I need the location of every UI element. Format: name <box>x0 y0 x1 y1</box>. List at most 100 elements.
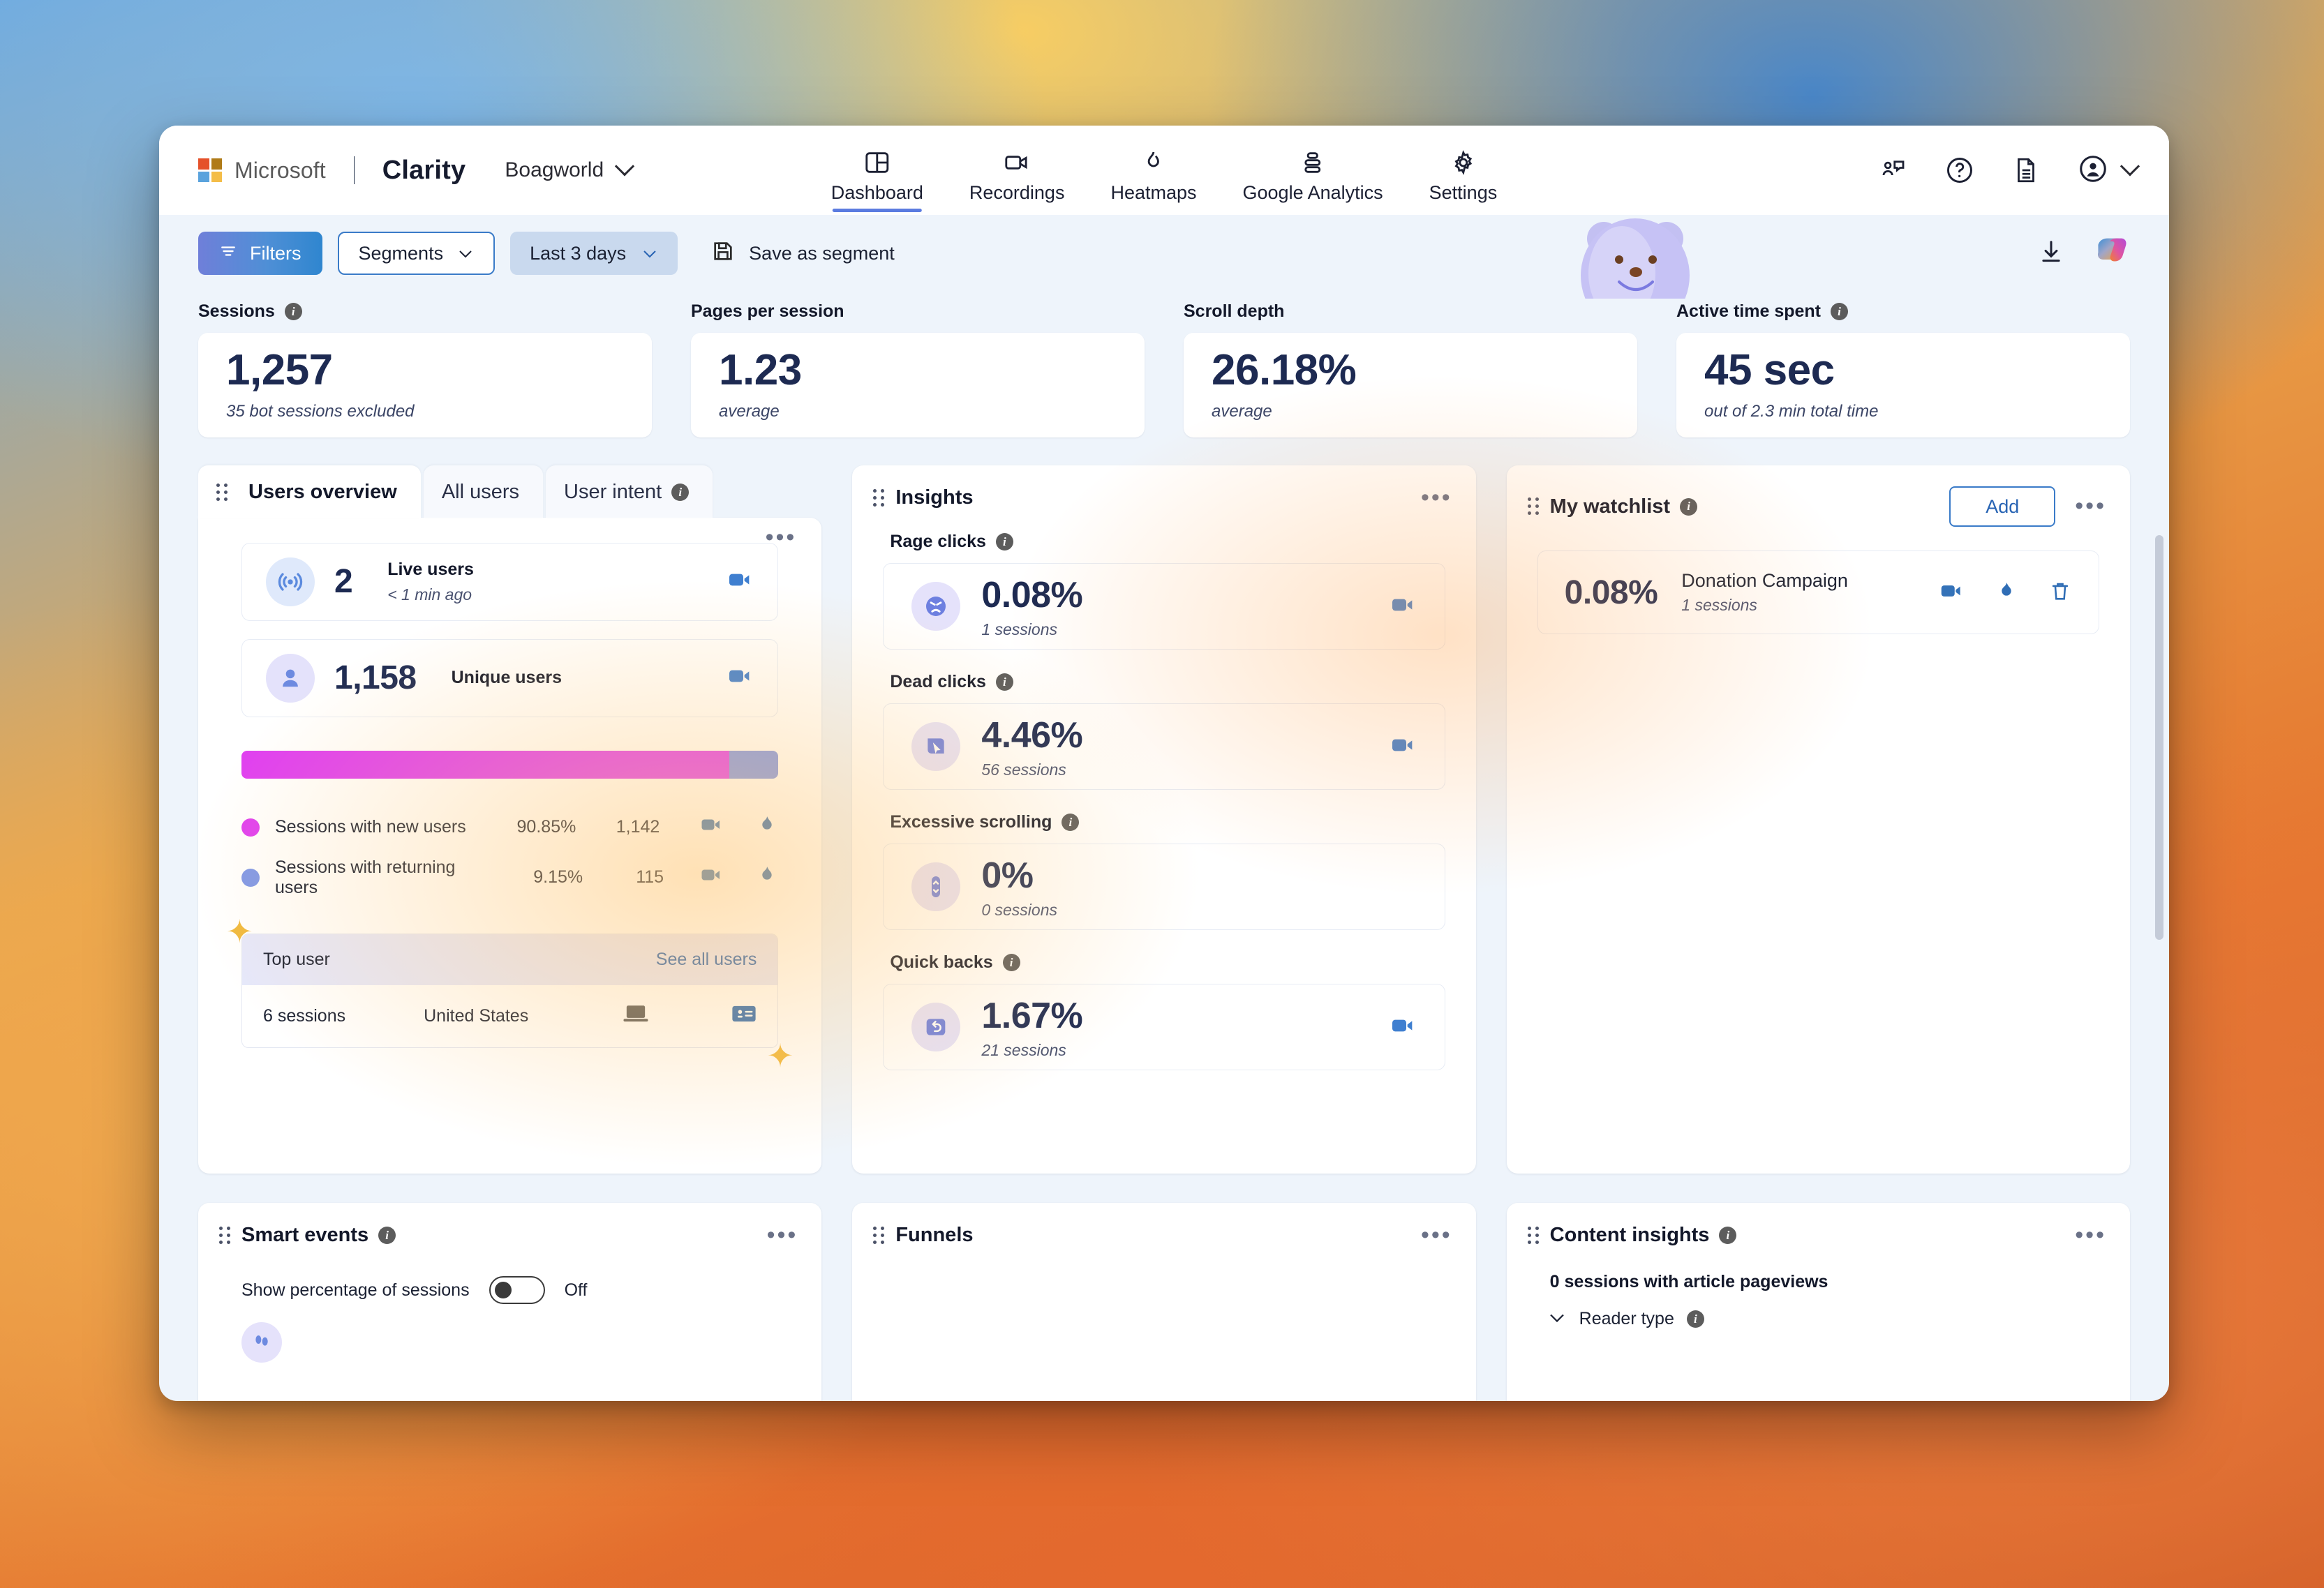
people-chat-icon[interactable] <box>1879 156 1908 185</box>
see-all-users-link[interactable]: See all users <box>656 950 757 970</box>
smart-events-title: Smart events i <box>241 1224 396 1247</box>
info-icon[interactable]: i <box>284 303 302 320</box>
tab-users-overview-label: Users overview <box>248 481 397 503</box>
help-circle-icon[interactable] <box>1944 155 1975 186</box>
kpi-active-time-label-row: Active time spent i <box>1676 301 2130 322</box>
flame-icon[interactable] <box>1995 578 2018 607</box>
drag-handle-icon[interactable] <box>1527 497 1539 516</box>
drag-handle-icon[interactable] <box>219 1226 230 1245</box>
filters-button[interactable]: Filters <box>198 232 322 275</box>
flame-icon[interactable] <box>756 813 778 841</box>
video-camera-icon[interactable] <box>1389 731 1417 763</box>
save-as-segment-button[interactable]: Save as segment <box>711 239 895 268</box>
insight-excessive-scrolling-value: 0% <box>981 855 1034 896</box>
info-icon[interactable]: i <box>671 484 690 501</box>
tab-recordings-label: Recordings <box>969 182 1065 203</box>
segments-label: Segments <box>358 242 444 264</box>
segments-dropdown[interactable]: Segments <box>337 232 496 275</box>
download-icon[interactable] <box>2038 239 2064 269</box>
copilot-icon[interactable] <box>2092 233 2130 274</box>
drag-handle-icon[interactable] <box>873 1226 885 1245</box>
video-camera-icon[interactable] <box>699 862 724 892</box>
kpi-scroll-depth: Scroll depth 26.18% average <box>1184 301 1637 437</box>
info-icon[interactable]: i <box>995 673 1013 691</box>
save-as-segment-label: Save as segment <box>749 242 895 264</box>
watchlist-title: My watchlist i <box>1549 495 1698 518</box>
smart-events-title-label: Smart events <box>241 1224 369 1246</box>
watchlist-item-sub: 1 sessions <box>1681 596 1757 614</box>
info-icon[interactable]: i <box>1831 303 1849 320</box>
overflow-menu-icon[interactable]: ••• <box>2075 495 2106 518</box>
legend-pct-returning: 9.15% <box>533 867 583 887</box>
tab-heatmaps-label: Heatmaps <box>1110 182 1197 203</box>
tab-dashboard[interactable]: Dashboard <box>831 149 923 215</box>
tab-recordings[interactable]: Recordings <box>969 149 1065 215</box>
overflow-menu-icon[interactable]: ••• <box>2075 1223 2106 1246</box>
overflow-menu-icon[interactable]: ••• <box>1421 486 1452 509</box>
id-card-icon[interactable] <box>731 1003 757 1029</box>
reader-type-accordion[interactable]: Reader type i <box>1507 1292 2130 1329</box>
info-icon[interactable]: i <box>378 1227 396 1244</box>
insight-dead-clicks-sub: 56 sessions <box>981 760 1066 779</box>
video-camera-icon[interactable] <box>1938 578 1965 608</box>
brand-area: Microsoft Clarity <box>198 156 465 186</box>
kpi-active-time-label: Active time spent <box>1676 301 1822 321</box>
clarity-app-window: Microsoft Clarity Boagworld Dashboard Re… <box>159 126 2169 1401</box>
account-menu[interactable] <box>2077 153 2140 188</box>
drag-handle-icon[interactable] <box>1527 1226 1539 1245</box>
tab-heatmaps[interactable]: Heatmaps <box>1110 149 1197 215</box>
board-row-2: Smart events i ••• Show percentage of se… <box>198 1203 2130 1401</box>
flame-icon[interactable] <box>756 863 778 892</box>
video-camera-icon <box>1003 149 1031 177</box>
overflow-menu-icon[interactable]: ••• <box>1421 1223 1452 1246</box>
tab-dashboard-label: Dashboard <box>830 182 923 203</box>
info-icon[interactable]: i <box>1680 497 1698 516</box>
info-icon[interactable]: i <box>995 533 1013 550</box>
tab-google-analytics[interactable]: Google Analytics <box>1243 149 1383 215</box>
chevron-down-icon <box>2120 156 2140 177</box>
smart-events-toggle-row: Show percentage of sessions Off <box>198 1247 821 1304</box>
video-camera-icon[interactable] <box>1389 1012 1417 1043</box>
overflow-menu-icon[interactable]: ••• <box>767 1223 798 1246</box>
flame-icon <box>1140 149 1168 177</box>
tab-all-users[interactable]: All users <box>423 465 544 518</box>
watchlist-add-button[interactable]: Add <box>1949 486 2056 527</box>
tab-user-intent[interactable]: User intent i <box>546 465 713 518</box>
smart-events-header: Smart events i ••• <box>198 1203 821 1247</box>
drag-handle-icon[interactable] <box>216 483 228 502</box>
unique-users-row: 1,158 Unique users <box>241 638 779 717</box>
project-selector[interactable]: Boagworld <box>505 156 635 182</box>
project-name-label: Boagworld <box>505 158 604 181</box>
dashboard-icon <box>863 149 891 177</box>
scrollbar-thumb[interactable] <box>2155 535 2163 940</box>
info-icon[interactable]: i <box>1062 814 1080 831</box>
watchlist-title-label: My watchlist <box>1549 495 1671 518</box>
video-camera-icon[interactable] <box>726 662 754 694</box>
tab-users-overview[interactable]: Users overview <box>198 465 421 518</box>
smart-events-toggle-state: Off <box>564 1280 588 1300</box>
video-camera-icon[interactable] <box>699 812 724 842</box>
legend-label-new: Sessions with new users <box>275 817 466 837</box>
users-overview-panel: ••• 2 Live users < 1 min ago 1,158 Uniqu… <box>198 518 822 1174</box>
document-list-icon[interactable] <box>2011 156 2041 185</box>
video-camera-icon[interactable] <box>1389 591 1417 622</box>
insight-quick-backs-card: 1.67% 21 sessions <box>883 984 1445 1070</box>
video-camera-icon[interactable] <box>726 566 754 597</box>
tab-settings[interactable]: Settings <box>1429 149 1498 215</box>
legend-count-new: 1,142 <box>616 817 660 837</box>
filter-toolbar: Filters Segments Last 3 days Save as seg… <box>159 215 2169 299</box>
show-percentage-toggle[interactable] <box>489 1276 545 1304</box>
date-range-dropdown[interactable]: Last 3 days <box>510 232 678 275</box>
kpi-active-time-sub: out of 2.3 min total time <box>1704 402 1879 421</box>
overflow-menu-icon[interactable]: ••• <box>766 525 797 548</box>
kpi-scroll-label: Scroll depth <box>1184 301 1285 321</box>
info-icon[interactable]: i <box>1719 1227 1737 1244</box>
trash-icon[interactable] <box>2048 578 2072 607</box>
board-scrollbar[interactable] <box>2155 535 2163 1401</box>
info-icon[interactable]: i <box>1686 1310 1704 1328</box>
content-insights-card: Content insights i ••• 0 sessions with a… <box>1506 1203 2130 1401</box>
drag-handle-icon[interactable] <box>873 488 885 507</box>
filter-lines-icon <box>219 242 237 265</box>
tab-settings-label: Settings <box>1429 182 1498 203</box>
info-icon[interactable]: i <box>1002 954 1020 971</box>
